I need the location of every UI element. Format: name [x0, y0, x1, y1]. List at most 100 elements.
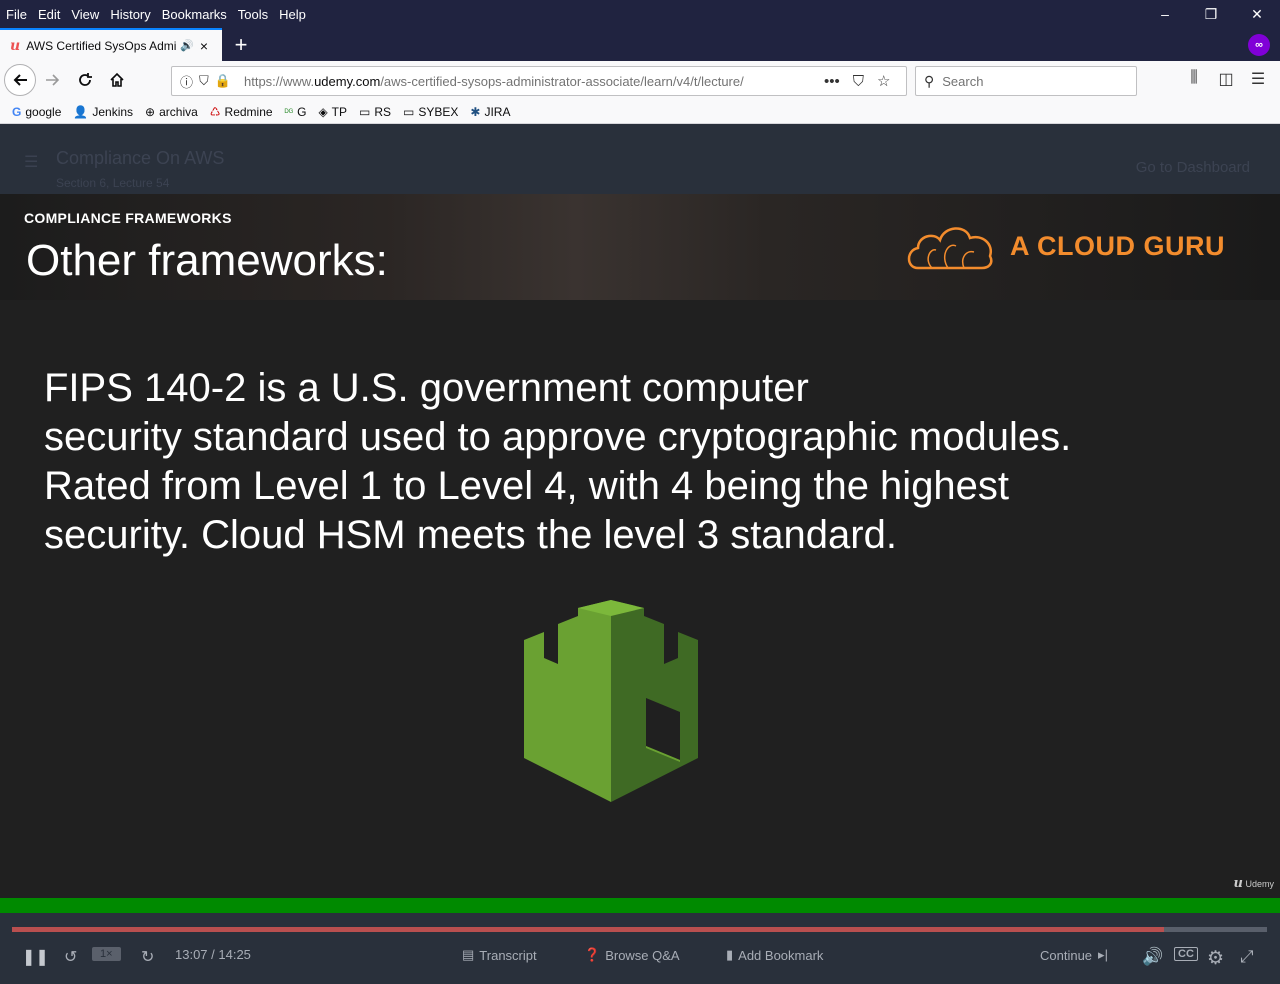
- back-button[interactable]: [4, 64, 36, 96]
- tab-udemy[interactable]: u AWS Certified SysOps Admin 🔊 ×: [0, 28, 222, 61]
- video-caption-bar: [0, 898, 1280, 913]
- cloudhsm-icon: [524, 600, 698, 802]
- search-icon: ⚲: [924, 72, 935, 89]
- restore-icon[interactable]: ❐: [1188, 0, 1234, 28]
- tab-title: AWS Certified SysOps Admin: [26, 38, 177, 53]
- tab-strip: u AWS Certified SysOps Admin 🔊 × + ∞: [0, 28, 1280, 61]
- menu-view[interactable]: View: [71, 7, 99, 22]
- menu-help[interactable]: Help: [279, 7, 306, 22]
- slide-header: COMPLIANCE FRAMEWORKS Other frameworks: …: [0, 194, 1280, 300]
- toolbar-right: ⫼ ◫ ☰: [1178, 69, 1274, 89]
- rewind-icon[interactable]: ↺: [64, 947, 77, 967]
- tab-close-button[interactable]: ×: [200, 38, 208, 54]
- bookmark-jira[interactable]: ✱ JIRA: [470, 105, 510, 119]
- forward-button[interactable]: [38, 65, 68, 95]
- video-frame[interactable]: COMPLIANCE FRAMEWORKS Other frameworks: …: [0, 194, 1280, 898]
- reload-button[interactable]: [70, 65, 100, 95]
- jira-icon: ✱: [470, 105, 481, 119]
- bookmark-folder-rs[interactable]: ▭ RS: [359, 105, 391, 119]
- bookmark-g[interactable]: ᴰᴳ G: [285, 105, 307, 119]
- slide-line: Rated from Level 1 to Level 4, with 4 be…: [44, 464, 1010, 508]
- continue-button[interactable]: Continue ▸|: [1040, 947, 1108, 963]
- redmine-icon: ♺: [209, 105, 221, 119]
- bookmark-icon: ▮: [726, 947, 734, 962]
- navigation-toolbar: ⓘ ⛉ 🔒 https://www.udemy.com/aws-certifie…: [0, 61, 1280, 101]
- private-browsing-icon: ∞: [1248, 34, 1270, 56]
- home-button[interactable]: [102, 65, 132, 95]
- add-bookmark-button[interactable]: ▮ Add Bookmark: [726, 947, 823, 963]
- bookmark-archiva[interactable]: ⊕ archiva: [145, 105, 198, 119]
- tracking-shield-icon[interactable]: ⛉: [199, 73, 209, 89]
- menu-file[interactable]: File: [6, 7, 27, 22]
- acloudguru-brand: A CLOUD GURU: [1010, 230, 1225, 261]
- curriculum-menu-icon[interactable]: ☰: [24, 152, 38, 172]
- folder-icon: ▭: [403, 105, 415, 119]
- speaker-icon[interactable]: 🔊: [180, 39, 194, 52]
- course-title: Compliance On AWS: [56, 148, 225, 168]
- time-display: 13:07 / 14:25: [175, 947, 251, 962]
- home-icon: [110, 72, 124, 87]
- info-icon[interactable]: ⓘ: [180, 72, 193, 91]
- tp-icon: ◈: [318, 105, 328, 119]
- url-bar-icons: ⓘ ⛉ 🔒: [172, 72, 244, 91]
- new-tab-button[interactable]: +: [229, 28, 253, 61]
- udemy-favicon-icon: u: [10, 37, 21, 54]
- globe-icon: ⊕: [145, 105, 156, 119]
- jenkins-icon: 👤: [73, 105, 89, 119]
- browse-qa-button[interactable]: ❓ Browse Q&A: [584, 947, 680, 963]
- title-bar: File Edit View History Bookmarks Tools H…: [0, 0, 1280, 28]
- slide-title: Other frameworks:: [26, 236, 388, 285]
- fullscreen-icon[interactable]: ⤢: [1240, 947, 1254, 967]
- bookmark-jenkins[interactable]: 👤 Jenkins: [73, 105, 133, 119]
- bookmark-folder-sybex[interactable]: ▭ SYBEX: [403, 105, 458, 119]
- dg-icon: ᴰᴳ: [284, 107, 294, 117]
- progress-fill: [12, 927, 1165, 932]
- lecture-label: Section 6, Lecture 54: [56, 176, 170, 190]
- search-input[interactable]: ⚲ Search: [915, 66, 1137, 96]
- bookmarks-toolbar: Ggoogle 👤 Jenkins ⊕ archiva ♺ Redmine ᴰᴳ G ◈…: [0, 101, 1280, 124]
- page-actions-icon[interactable]: •••: [824, 73, 840, 90]
- captions-icon[interactable]: CC: [1174, 947, 1198, 961]
- search-placeholder: Search: [942, 73, 984, 89]
- course-header: ☰ Compliance On AWS Section 6, Lecture 5…: [0, 124, 1280, 194]
- menu-tools[interactable]: Tools: [238, 7, 268, 22]
- menu-bar: File Edit View History Bookmarks Tools H…: [0, 7, 317, 22]
- progress-bar[interactable]: [12, 927, 1267, 932]
- menu-edit[interactable]: Edit: [38, 7, 60, 22]
- google-icon: G: [12, 105, 22, 119]
- bookmark-google[interactable]: Ggoogle: [12, 105, 61, 119]
- minimize-icon[interactable]: –: [1142, 0, 1188, 28]
- folder-icon: ▭: [359, 105, 371, 119]
- acloudguru-logo: A CLOUD GURU: [904, 220, 1225, 272]
- slide-kicker: COMPLIANCE FRAMEWORKS: [24, 210, 232, 226]
- volume-icon[interactable]: 🔊: [1142, 947, 1163, 967]
- pause-icon[interactable]: ❚❚: [22, 947, 49, 967]
- question-icon: ❓: [584, 947, 601, 962]
- reload-icon: [79, 73, 92, 86]
- settings-gear-icon[interactable]: ⚙: [1207, 947, 1224, 970]
- window-controls: – ❐ ✕: [1142, 0, 1280, 28]
- go-to-dashboard-link[interactable]: Go to Dashboard: [1136, 159, 1250, 176]
- bookmark-redmine[interactable]: ♺ Redmine: [210, 105, 273, 119]
- slide-line: FIPS 140-2 is a U.S. government computer: [44, 366, 809, 410]
- sidebar-icon[interactable]: ◫: [1210, 69, 1242, 89]
- forward-icon[interactable]: ↻: [141, 947, 154, 967]
- bookmark-tp[interactable]: ◈ TP: [318, 105, 347, 119]
- menu-history[interactable]: History: [110, 7, 150, 22]
- bookmark-star-icon[interactable]: ☆: [877, 72, 890, 90]
- speed-button[interactable]: 1×: [92, 947, 121, 961]
- pocket-icon[interactable]: ⛉: [853, 73, 864, 90]
- close-window-icon[interactable]: ✕: [1234, 0, 1280, 28]
- url-bar[interactable]: ⓘ ⛉ 🔒 https://www.udemy.com/aws-certifie…: [171, 66, 907, 96]
- library-icon[interactable]: ⫼: [1178, 69, 1210, 89]
- slide-body: FIPS 140-2 is a U.S. government computer…: [44, 364, 1224, 560]
- lock-icon[interactable]: 🔒: [215, 73, 231, 89]
- menu-bookmarks[interactable]: Bookmarks: [162, 7, 227, 22]
- transcript-icon: ▤: [462, 947, 475, 962]
- url-text[interactable]: https://www.udemy.com/aws-certified-syso…: [244, 74, 792, 89]
- cloud-logo-icon: [907, 227, 993, 270]
- slide-line: security standard used to approve crypto…: [44, 415, 1072, 459]
- transcript-button[interactable]: ▤ Transcript: [462, 947, 537, 963]
- hamburger-menu-icon[interactable]: ☰: [1242, 69, 1274, 89]
- udemy-watermark: u Udemy: [1233, 876, 1274, 891]
